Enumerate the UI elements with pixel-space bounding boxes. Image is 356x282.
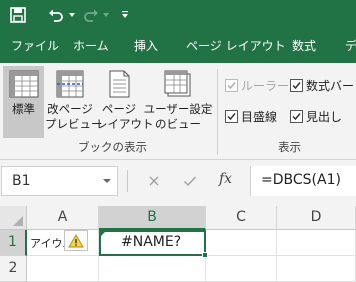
cell-c1[interactable] xyxy=(206,230,277,256)
formula-input[interactable]: =DBCS(A1) xyxy=(250,166,356,196)
redo-dropdown-icon xyxy=(102,0,110,30)
ribbon-view-panel: 標準 改ページ プレビュー ページ レイアウト ユーザー設定 のビュー ブックの… xyxy=(0,63,356,160)
show-group-label: 表示 xyxy=(278,140,301,154)
redo-icon xyxy=(83,0,99,30)
row-header-2[interactable]: 2 xyxy=(0,256,27,282)
headings-check-icon xyxy=(290,110,303,123)
formula-bar-checkbox[interactable]: 数式バー xyxy=(290,77,354,94)
ribbon-tabs: ファイル ホーム 挿入 ページ レイアウト 数式 デ xyxy=(0,30,356,63)
active-cell-border xyxy=(99,230,208,258)
page-break-preview-label-1: 改ページ xyxy=(47,102,93,116)
page-layout-view-label-1: ページ xyxy=(101,102,137,116)
cancel-formula-icon[interactable] xyxy=(142,166,166,196)
ruler-label: ルーラー xyxy=(241,79,290,93)
warning-icon xyxy=(68,233,84,247)
normal-view-icon xyxy=(9,70,38,98)
save-icon[interactable] xyxy=(10,0,26,30)
tab-page-layout[interactable]: ページ レイアウト xyxy=(186,30,286,63)
normal-view-button[interactable]: 標準 xyxy=(3,66,44,138)
undo-dropdown-icon[interactable] xyxy=(68,0,76,30)
page-break-preview-icon xyxy=(56,70,84,98)
cell-c2[interactable] xyxy=(206,256,277,282)
custom-views-label-2: のビュー xyxy=(155,117,201,131)
formula-bar-grip[interactable] xyxy=(127,170,128,192)
normal-view-label: 標準 xyxy=(12,102,35,116)
cell-d1[interactable] xyxy=(277,230,356,256)
enter-formula-icon[interactable] xyxy=(178,166,202,196)
gridlines-check-icon xyxy=(225,110,238,123)
tab-file[interactable]: ファイル xyxy=(11,30,59,63)
name-box[interactable]: B1 xyxy=(1,166,118,196)
group-separator xyxy=(217,69,218,155)
cell-b2[interactable] xyxy=(99,256,206,282)
select-all-button[interactable] xyxy=(0,206,27,230)
formula-text: =DBCS(A1) xyxy=(261,172,341,188)
fill-handle[interactable] xyxy=(202,252,208,258)
page-break-preview-button[interactable]: 改ページ プレビュー xyxy=(45,66,103,138)
error-indicator-icon xyxy=(100,231,106,237)
workbook-views-group-label: ブックの表示 xyxy=(78,140,147,154)
custom-views-button[interactable]: ユーザー設定 のビュー xyxy=(143,66,213,138)
row-header-1[interactable]: 1 xyxy=(0,230,27,256)
tab-home[interactable]: ホーム xyxy=(73,30,109,63)
cell-d2[interactable] xyxy=(277,256,356,282)
error-warning-button[interactable] xyxy=(64,230,88,251)
ruler-check-icon xyxy=(225,79,238,92)
gridlines-label: 目盛線 xyxy=(241,110,278,124)
page-layout-view-button[interactable]: ページ レイアウト xyxy=(96,66,154,138)
gridlines-checkbox[interactable]: 目盛線 xyxy=(225,108,277,125)
column-header-c[interactable]: C xyxy=(206,206,277,230)
name-box-value: B1 xyxy=(12,173,31,189)
column-header-b[interactable]: B xyxy=(99,206,206,230)
insert-function-icon[interactable]: fx xyxy=(219,171,232,187)
custom-views-icon xyxy=(164,70,191,97)
name-box-dropdown-icon[interactable] xyxy=(103,179,111,183)
formula-bar-label: 数式バー xyxy=(306,79,355,93)
tab-data[interactable]: デ xyxy=(345,30,356,63)
column-header-d[interactable]: D xyxy=(277,206,356,230)
column-header-a[interactable]: A xyxy=(27,206,99,230)
headings-label: 見出し xyxy=(306,110,343,124)
page-break-preview-label-2: プレビュー xyxy=(45,117,103,131)
undo-icon[interactable] xyxy=(48,0,64,30)
page-layout-view-label-2: レイアウト xyxy=(96,117,154,131)
tab-formulas[interactable]: 数式 xyxy=(292,30,316,63)
formula-bar-check-icon xyxy=(290,79,303,92)
custom-views-label-1: ユーザー設定 xyxy=(143,102,213,116)
ruler-checkbox: ルーラー xyxy=(225,77,289,94)
tab-insert[interactable]: 挿入 xyxy=(134,30,158,63)
cell-a2[interactable] xyxy=(27,256,99,282)
cell-a1[interactable]: アイウエオ xyxy=(27,230,99,256)
customize-qat-icon[interactable] xyxy=(121,0,129,30)
page-layout-view-icon xyxy=(109,70,130,98)
headings-checkbox[interactable]: 見出し xyxy=(290,108,342,125)
